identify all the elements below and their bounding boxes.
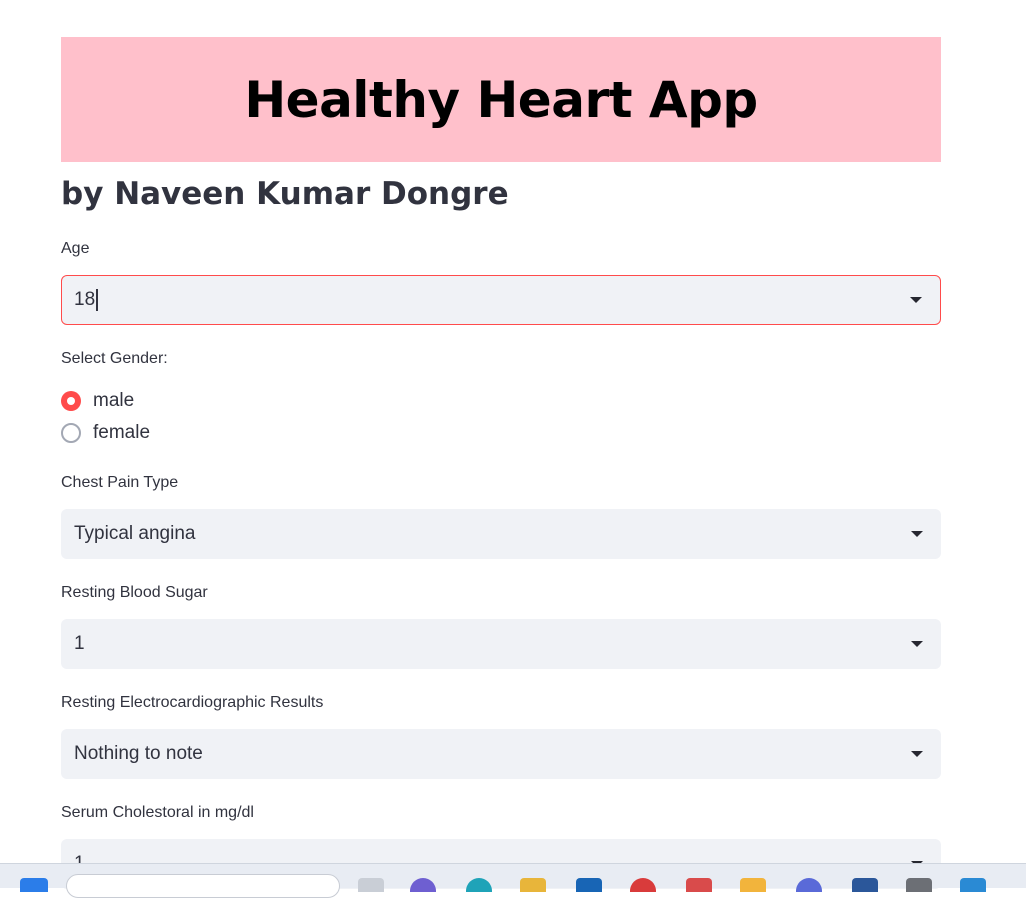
- blood-sugar-label: Resting Blood Sugar: [61, 584, 208, 601]
- ecg-select[interactable]: Nothing to note: [61, 729, 941, 779]
- app-icon-red[interactable]: [686, 878, 712, 892]
- app-title: Healthy Heart App: [244, 70, 758, 129]
- title-banner: Healthy Heart App: [61, 37, 941, 162]
- chevron-down-icon[interactable]: [911, 641, 923, 647]
- edge-browser-icon[interactable]: [466, 878, 492, 892]
- vscode-app-icon[interactable]: [960, 878, 986, 892]
- store-app-icon[interactable]: [576, 878, 602, 892]
- chest-pain-label: Chest Pain Type: [61, 474, 179, 491]
- task-view-icon[interactable]: [358, 878, 384, 892]
- chevron-down-icon[interactable]: [911, 751, 923, 757]
- age-label: Age: [61, 240, 90, 257]
- radio-selected-icon[interactable]: [61, 391, 81, 411]
- radio-label-male: male: [93, 390, 135, 411]
- chest-pain-value: Typical angina: [74, 523, 196, 544]
- os-taskbar: [0, 863, 1026, 898]
- age-select[interactable]: 18: [61, 275, 941, 325]
- ecg-label: Resting Electrocardiographic Results: [61, 694, 324, 711]
- app-icon-gray[interactable]: [906, 878, 932, 892]
- app-icon-yellow[interactable]: [740, 878, 766, 892]
- teams-app-icon[interactable]: [796, 878, 822, 892]
- blood-sugar-value: 1: [74, 633, 85, 654]
- file-explorer-icon[interactable]: [520, 878, 546, 892]
- chat-app-icon[interactable]: [410, 878, 436, 892]
- main-container: Healthy Heart App by Naveen Kumar Dongre…: [61, 37, 941, 889]
- age-value: 18: [74, 289, 96, 310]
- word-app-icon[interactable]: [852, 878, 878, 892]
- radio-label-female: female: [93, 422, 151, 443]
- windows-start-icon[interactable]: [20, 878, 48, 892]
- radio-option-female[interactable]: female: [61, 422, 150, 444]
- chest-pain-select[interactable]: Typical angina: [61, 509, 941, 559]
- blood-sugar-select[interactable]: 1: [61, 619, 941, 669]
- chevron-down-icon[interactable]: [910, 297, 922, 303]
- author-subtitle: by Naveen Kumar Dongre: [61, 176, 509, 212]
- cholesterol-label: Serum Cholestoral in mg/dl: [61, 804, 254, 821]
- chevron-down-icon[interactable]: [911, 531, 923, 537]
- taskbar-search-input[interactable]: [66, 874, 340, 898]
- radio-option-male[interactable]: male: [61, 390, 134, 412]
- gender-label: Select Gender:: [61, 350, 168, 367]
- chrome-browser-icon[interactable]: [630, 878, 656, 892]
- text-cursor: [96, 289, 99, 311]
- ecg-value: Nothing to note: [74, 743, 203, 764]
- radio-unselected-icon[interactable]: [61, 423, 81, 443]
